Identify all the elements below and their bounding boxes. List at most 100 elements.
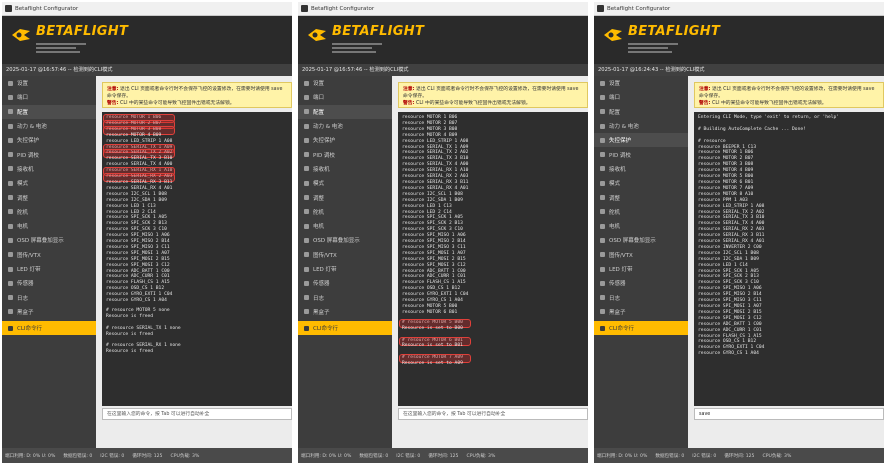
sidebar-item[interactable]: 传感器	[594, 276, 688, 290]
sidebar-item[interactable]: 失控保护	[298, 133, 392, 147]
sidebar-item-label: PID 调校	[17, 152, 39, 159]
app-header: BETAFLIGHT	[594, 16, 884, 64]
sidebar-item[interactable]: 黑盒子	[2, 305, 96, 319]
cli-content: 注意: 退出 CLI 页面或者命令行时不会保存飞控的设置修改，在需要时请使用 s…	[688, 76, 884, 448]
cli-console[interactable]: resource MOTOR 1 B06 resource MOTOR 2 B07…	[398, 112, 588, 406]
sidebar-item-label: 模式	[313, 181, 325, 188]
sidebar-item[interactable]: 舵机	[298, 205, 392, 219]
sidebar-item[interactable]: 模式	[594, 176, 688, 190]
sidebar-item[interactable]: 失控保护	[594, 133, 688, 148]
sidebar-item[interactable]: PID 调校	[298, 147, 392, 161]
sidebar-item[interactable]: 端口	[2, 90, 96, 104]
sidebar-item-label: 调整	[609, 195, 621, 202]
sidebar-item[interactable]: 日志	[298, 290, 392, 304]
sidebar-item-label: 端口	[313, 95, 325, 102]
sidebar-item[interactable]: 设置	[2, 76, 96, 90]
sidebar-item[interactable]: 电机	[2, 219, 96, 233]
sidebar-item-label: 配置	[313, 109, 325, 116]
sidebar: 设置 端口配置动力 & 电池失控保护 PID 调校接收机 模式 调整舵机电机 OSD 屏幕…	[2, 76, 96, 448]
sidebar-item[interactable]: 端口	[594, 90, 688, 104]
sidebar-item-label: CLI命令行	[609, 326, 635, 333]
sidebar-item[interactable]: LED 灯带	[298, 262, 392, 276]
sidebar-item-label: 失控保护	[313, 138, 336, 145]
sidebar-item[interactable]: OSD 屏幕叠加显示	[298, 233, 392, 247]
sidebar-item-icon	[304, 152, 309, 158]
sidebar-item[interactable]: PID 调校	[594, 147, 688, 161]
bee-icon	[604, 29, 622, 41]
sidebar-item[interactable]: 动力 & 电池	[2, 119, 96, 133]
sidebar-item-icon	[304, 252, 309, 258]
sidebar-item[interactable]: LED 灯带	[594, 262, 688, 276]
sidebar-item[interactable]: 黑盒子	[298, 305, 392, 319]
footer-status: 端口利用: D: 0% U: 0% 数据包错误: 0 I2C 错误: 0 循环时间: …	[594, 448, 884, 463]
sidebar-item-label: 配置	[17, 109, 29, 116]
sidebar-item[interactable]: 配置	[298, 104, 392, 119]
sidebar-item-label: 舵机	[17, 209, 29, 216]
sidebar-item[interactable]: 舵机	[2, 205, 96, 219]
cli-command-input[interactable]: save	[694, 408, 884, 420]
cli-command-input[interactable]: 在这里输入您的命令，按 Tab 可以进行自动补全	[102, 408, 292, 420]
sidebar-item[interactable]: 动力 & 电池	[594, 119, 688, 133]
sidebar-item[interactable]: 图传/VTX	[594, 248, 688, 262]
footer-stat: CPU负载: 3%	[170, 453, 200, 459]
sidebar-item[interactable]: OSD 屏幕叠加显示	[2, 233, 96, 247]
sidebar-item[interactable]: 传感器	[2, 276, 96, 290]
sidebar-item[interactable]: 模式	[2, 176, 96, 190]
sidebar-item[interactable]: 失控保护	[2, 133, 96, 147]
sidebar-item[interactable]: 配置	[2, 104, 96, 119]
sidebar-item[interactable]: CLI命令行	[2, 321, 96, 336]
sidebar-item[interactable]: 电机	[298, 219, 392, 233]
app-header: BETAFLIGHT	[298, 16, 588, 64]
sidebar-item-icon	[8, 109, 13, 115]
sidebar-item[interactable]: 动力 & 电池	[298, 119, 392, 133]
footer-stat: CPU负载: 3%	[466, 453, 496, 459]
sidebar-item[interactable]: 电机	[594, 219, 688, 233]
sidebar-item-label: OSD 屏幕叠加显示	[313, 238, 360, 245]
sidebar-item-icon	[600, 166, 605, 172]
sidebar-item[interactable]: 日志	[594, 290, 688, 304]
sidebar-item[interactable]: 模式	[298, 176, 392, 190]
sidebar-item[interactable]: 设置	[298, 76, 392, 90]
sidebar-item[interactable]: 配置	[594, 105, 688, 119]
footer-status: 端口利用: D: 0% U: 0% 数据包错误: 0 I2C 错误: 0 循环时间: …	[2, 448, 292, 463]
title-bar: Betaflight Configurator	[594, 2, 884, 16]
sidebar-item-icon	[600, 94, 605, 100]
sidebar-item-label: 失控保护	[17, 138, 40, 145]
sidebar-item[interactable]: OSD 屏幕叠加显示	[594, 233, 688, 247]
sidebar-item-label: LED 灯带	[313, 267, 337, 273]
sidebar-item-icon	[304, 309, 309, 315]
sidebar-item-label: 电机	[17, 224, 29, 231]
sidebar-item[interactable]: 端口	[298, 90, 392, 104]
sidebar-item-icon	[600, 325, 605, 331]
sidebar-item[interactable]: 设置	[594, 76, 688, 90]
logo-text: BETAFLIGHT	[628, 24, 721, 39]
sidebar-item[interactable]: 接收机	[594, 162, 688, 176]
sidebar-item[interactable]: 图传/VTX	[2, 248, 96, 262]
console-line: Resource is set to A09	[402, 361, 463, 367]
sidebar-item[interactable]: CLI命令行	[298, 321, 392, 336]
sidebar-item[interactable]: 调整	[594, 190, 688, 204]
sidebar-item[interactable]: 舵机	[594, 205, 688, 219]
sidebar-item[interactable]: PID 调校	[2, 147, 96, 161]
sidebar-item[interactable]: 图传/VTX	[298, 248, 392, 262]
footer-stat: 数据包错误: 0	[655, 453, 685, 459]
sidebar-item-label: 黑盒子	[609, 309, 626, 316]
sidebar-item[interactable]: 调整	[298, 190, 392, 204]
sidebar-item-icon	[8, 325, 13, 331]
sidebar-item-label: 舵机	[313, 209, 325, 216]
sidebar-item[interactable]: 接收机	[298, 162, 392, 176]
cli-command-input[interactable]: 在这里输入您的命令，按 Tab 可以进行自动补全	[398, 408, 588, 420]
cli-console[interactable]: Entering CLI Mode, type 'exit' to return…	[694, 112, 884, 406]
cli-console[interactable]: resource MOTOR 1 B06 resource MOTOR 2 B07…	[102, 112, 292, 406]
sidebar-item-label: 设置	[313, 81, 325, 88]
sidebar-item[interactable]: 调整	[2, 190, 96, 204]
betaflight-logo: BETAFLIGHT	[602, 24, 722, 58]
sidebar-item[interactable]: CLI命令行	[594, 321, 688, 336]
footer-stat: 数据包错误: 0	[359, 453, 389, 459]
sidebar-item[interactable]: LED 灯带	[2, 262, 96, 276]
sidebar-item-icon	[304, 137, 309, 143]
sidebar-item[interactable]: 日志	[2, 290, 96, 304]
sidebar-item[interactable]: 传感器	[298, 276, 392, 290]
sidebar-item[interactable]: 黑盒子	[594, 305, 688, 319]
sidebar-item[interactable]: 接收机	[2, 162, 96, 176]
